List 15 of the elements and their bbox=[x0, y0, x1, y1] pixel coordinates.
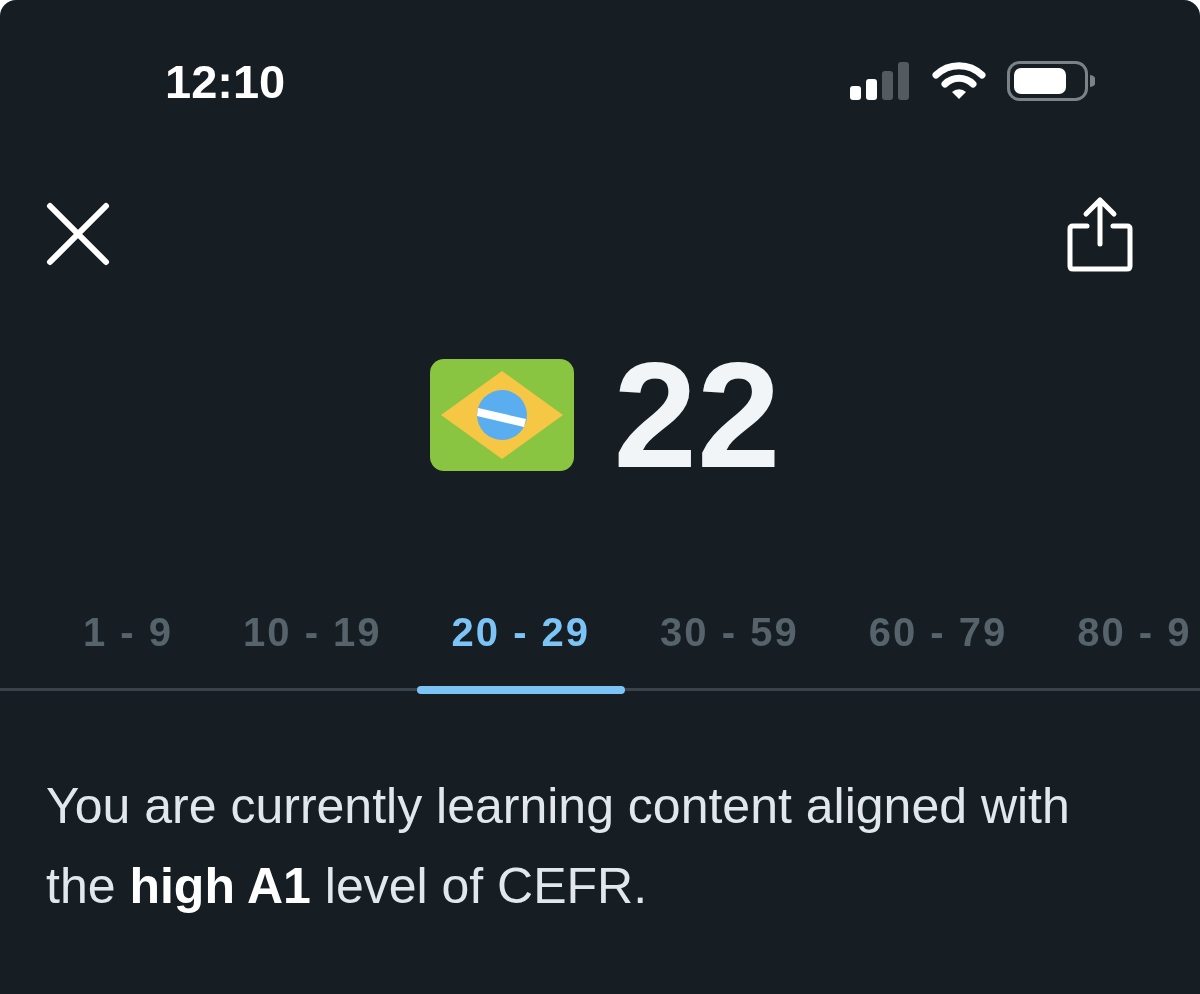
flag-icon bbox=[429, 359, 574, 471]
tab[interactable]: 80 - 9 bbox=[1042, 612, 1192, 694]
description-text: You are currently learning content aligned with the high A1 level of CEFR. bbox=[46, 777, 1071, 916]
wifi-icon bbox=[932, 62, 986, 100]
tab[interactable]: 1 - 9 bbox=[48, 612, 209, 694]
status-time: 12:10 bbox=[165, 57, 286, 105]
tab[interactable]: 60 - 79 bbox=[833, 612, 1043, 694]
battery-icon bbox=[1007, 61, 1095, 101]
tab[interactable]: 20 - 29 bbox=[416, 612, 626, 694]
signal-icon bbox=[850, 62, 911, 100]
tab[interactable]: 30 - 59 bbox=[625, 612, 834, 694]
close-icon[interactable] bbox=[46, 202, 110, 266]
score-number: 22 bbox=[613, 340, 781, 490]
share-icon[interactable] bbox=[1067, 196, 1133, 272]
tab[interactable]: 10 - 19 bbox=[208, 612, 417, 694]
